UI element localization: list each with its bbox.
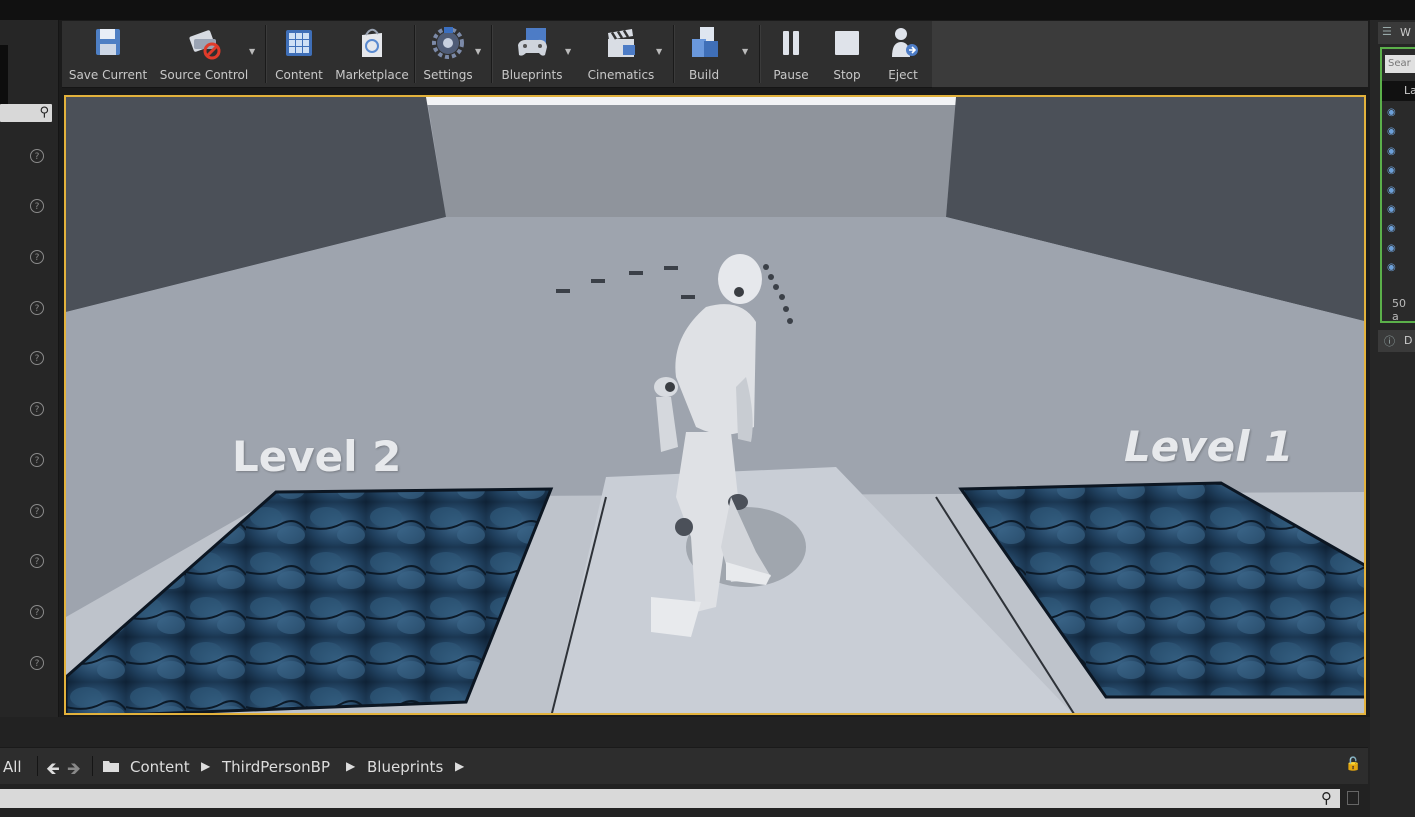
level-viewport[interactable]: Level 2 Level 1	[64, 95, 1366, 715]
modes-search-input[interactable]: ⚲	[0, 104, 52, 122]
stop-button[interactable]: Stop	[822, 25, 872, 85]
search-icon: ⚲	[39, 105, 49, 120]
toolbar-separator	[673, 25, 675, 83]
info-icon: ⓘ	[1384, 335, 1395, 348]
build-button[interactable]: Build	[678, 25, 730, 85]
settings-button[interactable]: Settings	[418, 25, 478, 85]
level-2-label: Level 2	[232, 432, 402, 481]
visibility-eye-icon[interactable]: ◉	[1387, 107, 1396, 118]
content-search-input[interactable]: ⚲	[0, 789, 1340, 808]
back-wall	[428, 105, 956, 217]
pause-icon	[783, 31, 799, 55]
folder-icon	[103, 761, 119, 772]
clapperboard-icon	[608, 29, 635, 57]
ceiling-light	[396, 97, 1036, 105]
toolbar-separator	[759, 25, 761, 83]
marketplace-button[interactable]: Marketplace	[332, 25, 412, 85]
toolbar-separator	[491, 25, 493, 83]
help-icon[interactable]: ?	[30, 605, 44, 619]
source-control-button[interactable]: Source Control	[156, 25, 252, 85]
search-icon: ⚲	[1321, 789, 1332, 807]
floppy-disk-icon	[96, 29, 120, 55]
pause-button[interactable]: Pause	[765, 25, 817, 85]
eject-button[interactable]: Eject	[878, 25, 928, 85]
settings-dropdown-icon[interactable]: ▼	[475, 47, 481, 56]
help-icon[interactable]: ?	[30, 149, 44, 163]
stop-icon	[835, 31, 859, 55]
help-icon[interactable]: ?	[30, 504, 44, 518]
lock-icon[interactable]: 🔓	[1345, 757, 1361, 772]
cinematics-dropdown-icon[interactable]: ▼	[656, 47, 662, 56]
help-icon[interactable]: ?	[30, 402, 44, 416]
cinematics-button[interactable]: Cinematics	[582, 25, 660, 85]
help-icon[interactable]: ?	[30, 656, 44, 670]
main-toolbar: Save Current Source Control ▼ Content Ma…	[62, 21, 932, 88]
eject-person-icon	[892, 28, 918, 57]
list-icon: ☰	[1382, 25, 1392, 38]
world-outliner-tab[interactable]: ☰ W	[1378, 22, 1415, 44]
build-cubes-icon	[692, 27, 718, 57]
visibility-eye-icon[interactable]: ◉	[1387, 243, 1396, 254]
breadcrumb-chevron-icon[interactable]: ▶	[455, 759, 464, 773]
visibility-eye-icon[interactable]: ◉	[1387, 126, 1396, 137]
help-icon[interactable]: ?	[30, 301, 44, 315]
save-current-button[interactable]: Save Current	[66, 25, 150, 85]
blueprints-gamepad-icon	[518, 28, 547, 56]
outliner-search-input[interactable]: Sear	[1385, 55, 1415, 73]
help-icon[interactable]: ?	[30, 351, 44, 365]
build-dropdown-icon[interactable]: ▼	[742, 47, 748, 56]
settings-gear-icon	[432, 27, 464, 59]
world-outliner: Sear La ◉ ◉ ◉ ◉ ◉ ◉ ◉ ◉ ◉ 50 a	[1380, 47, 1415, 323]
content-browser-path-bar: All 🡸 🡺 Content ▶ ThirdPersonBP ▶ Bluepr…	[0, 747, 1368, 784]
source-control-icon	[189, 30, 221, 60]
content-button[interactable]: Content	[270, 25, 328, 85]
breadcrumb-content[interactable]: Content	[130, 758, 190, 776]
toolbar-empty-area	[932, 21, 1368, 87]
help-icon[interactable]: ?	[30, 250, 44, 264]
title-strip	[0, 0, 1415, 20]
help-icon[interactable]: ?	[30, 554, 44, 568]
viewport-scene	[66, 97, 1364, 713]
details-tab[interactable]: ⓘ D	[1378, 330, 1415, 352]
breadcrumb-thirdpersonbp[interactable]: ThirdPersonBP	[222, 758, 330, 776]
source-control-dropdown-icon[interactable]: ▼	[249, 47, 255, 56]
visibility-eye-icon[interactable]: ◉	[1387, 165, 1396, 176]
visibility-eye-icon[interactable]: ◉	[1387, 185, 1396, 196]
toolbar-separator	[265, 25, 267, 83]
visibility-eye-icon[interactable]: ◉	[1387, 146, 1396, 157]
visibility-eye-icon[interactable]: ◉	[1387, 223, 1396, 234]
help-icon[interactable]: ?	[30, 199, 44, 213]
modes-panel: ⚲ ? ? ? ? ? ? ? ? ? ? ?	[0, 20, 59, 717]
help-icon[interactable]: ?	[30, 453, 44, 467]
blueprints-button[interactable]: Blueprints	[496, 25, 568, 85]
filter-all-button[interactable]: All	[3, 758, 22, 776]
actor-count: 50 a	[1392, 297, 1406, 323]
level-1-label: Level 1	[1124, 422, 1294, 471]
breadcrumb-chevron-icon[interactable]: ▶	[346, 759, 355, 773]
toolbar-separator	[414, 25, 416, 83]
breadcrumb-blueprints[interactable]: Blueprints	[367, 758, 443, 776]
back-arrow-icon[interactable]: 🡸	[46, 756, 60, 785]
breadcrumb-chevron-icon[interactable]: ▶	[201, 759, 210, 773]
forward-arrow-icon[interactable]: 🡺	[67, 756, 81, 785]
marketplace-bag-icon	[362, 28, 382, 57]
visibility-eye-icon[interactable]: ◉	[1387, 204, 1396, 215]
outliner-label-column-header[interactable]: La	[1382, 81, 1415, 101]
save-search-icon[interactable]	[1347, 791, 1359, 805]
blueprints-dropdown-icon[interactable]: ▼	[565, 47, 571, 56]
visibility-eye-icon[interactable]: ◉	[1387, 262, 1396, 273]
content-grid-icon	[286, 30, 312, 56]
